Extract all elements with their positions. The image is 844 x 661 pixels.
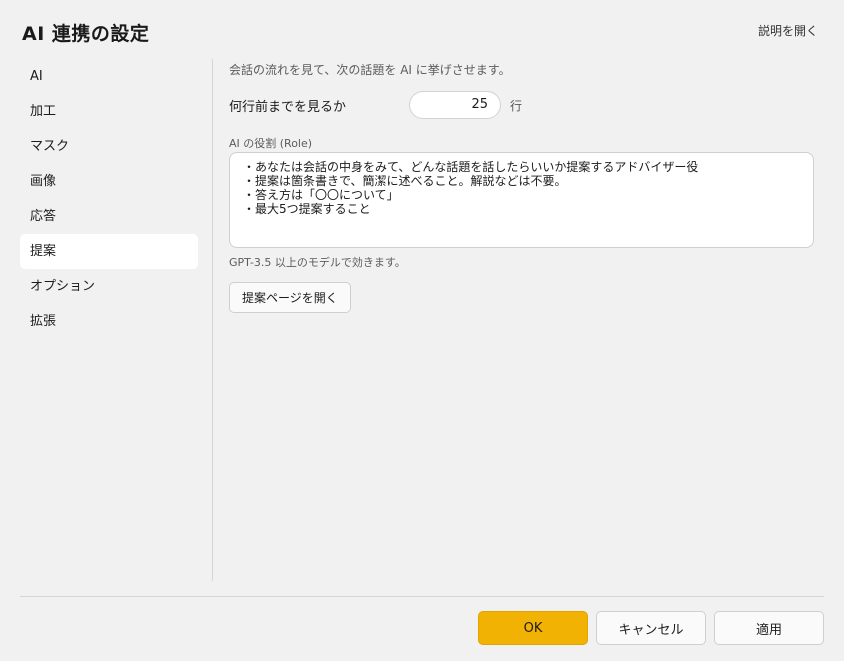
sidebar-item-image[interactable]: 画像 xyxy=(20,164,198,199)
apply-button[interactable]: 適用 xyxy=(714,611,824,645)
open-help-link[interactable]: 説明を開く xyxy=(758,22,818,39)
model-note: GPT-3.5 以上のモデルで効きます。 xyxy=(229,256,406,269)
sidebar-item-processing[interactable]: 加工 xyxy=(20,94,198,129)
ok-button[interactable]: OK xyxy=(478,611,588,645)
sidebar-item-options[interactable]: オプション xyxy=(20,269,198,304)
sidebar-item-mask[interactable]: マスク xyxy=(20,129,198,164)
sidebar-divider xyxy=(212,59,213,581)
sidebar-item-response[interactable]: 応答 xyxy=(20,199,198,234)
role-textarea[interactable]: ・あなたは会話の中身をみて、どんな話題を話したらいいか提案するアドバイザー役 ・… xyxy=(229,152,814,248)
ai-settings-dialog: AI 連携の設定 説明を開く AI 加工 マスク 画像 応答 提案 オプション … xyxy=(0,0,844,661)
sidebar-item-suggestion[interactable]: 提案 xyxy=(20,234,198,269)
panel-description: 会話の流れを見て、次の話題を AI に挙げさせます。 xyxy=(229,63,511,77)
suggestion-panel: 会話の流れを見て、次の話題を AI に挙げさせます。 何行前までを見るか 25 … xyxy=(229,59,815,313)
open-suggestion-page-button[interactable]: 提案ページを開く xyxy=(229,282,351,313)
footer-divider xyxy=(20,596,824,597)
sidebar-item-ai[interactable]: AI xyxy=(20,59,198,94)
sidebar-item-extensions[interactable]: 拡張 xyxy=(20,304,198,339)
cancel-button[interactable]: キャンセル xyxy=(596,611,706,645)
dialog-title: AI 連携の設定 xyxy=(22,23,150,45)
settings-sidebar: AI 加工 マスク 画像 応答 提案 オプション 拡張 xyxy=(20,59,198,339)
lines-number-input[interactable]: 25 xyxy=(409,91,501,119)
lines-unit: 行 xyxy=(510,99,523,113)
lines-setting-row: 何行前までを見るか 25 行 xyxy=(229,91,815,119)
role-label: AI の役割 (Role) xyxy=(229,137,313,150)
lines-label: 何行前までを見るか xyxy=(229,100,347,115)
